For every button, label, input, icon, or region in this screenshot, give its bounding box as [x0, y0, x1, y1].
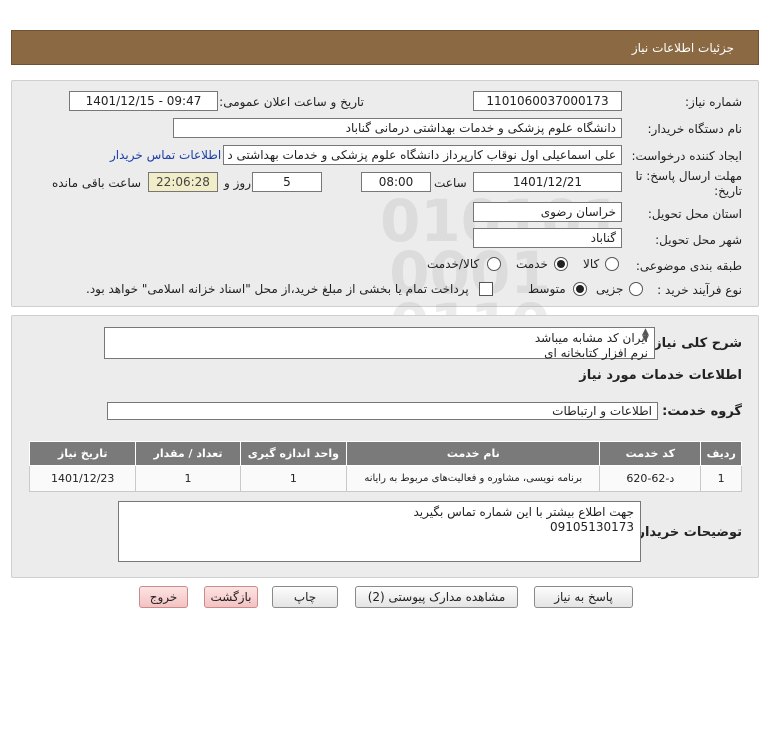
cell-name: برنامه نویسی، مشاوره و فعالیت‌های مربوط … [346, 465, 601, 492]
announce-label: تاریخ و ساعت اعلان عمومی: [219, 95, 364, 109]
buyer-org-label: نام دستگاه خریدار: [647, 122, 743, 136]
summary-label: شرح کلی نیاز: [648, 336, 742, 351]
requester-field: علی اسماعیلی اول نوقاب کارپرداز دانشگاه … [223, 145, 622, 165]
province-label: استان محل تحویل: [647, 207, 742, 221]
cell-unit: 1 [239, 465, 348, 492]
col-code-header: کد خدمت [599, 441, 702, 466]
print-button[interactable]: چاپ [272, 586, 338, 608]
process-radio-medium[interactable] [573, 282, 587, 296]
need-number-field: 1101060037000173 [473, 91, 622, 111]
buyer-contact-link[interactable]: اطلاعات تماس خریدار [110, 148, 221, 162]
category-option-service: خدمت [516, 257, 548, 271]
process-radio-minor[interactable] [629, 282, 643, 296]
category-radio-service[interactable] [554, 257, 568, 271]
announce-field: 1401/12/15 - 09:47 [69, 91, 218, 111]
summary-box: ایران کد مشابه میباشد نرم افزار کتابخانه… [104, 327, 655, 360]
days-field: 5 [252, 172, 322, 192]
process-option-medium: متوسط [528, 282, 566, 296]
category-label: طبقه بندی موضوعی: [635, 259, 742, 273]
cell-row: 1 [700, 465, 742, 492]
col-name-header: نام خدمت [346, 441, 601, 466]
table-row: 1 د-62-620 برنامه نویسی، مشاوره و فعالیت… [28, 465, 742, 492]
cell-qty: 1 [135, 465, 241, 492]
remaining-label: ساعت باقی مانده [52, 176, 142, 190]
services-table: ردیف کد خدمت نام خدمت واحد اندازه گیری ت… [28, 441, 742, 492]
col-row-header: ردیف [700, 441, 742, 466]
service-group-field: اطلاعات و ارتباطات [107, 402, 658, 420]
process-option-minor: جزیی [596, 282, 624, 296]
service-group-label: گروه خدمت: [662, 404, 742, 419]
scroll-arrows-icon[interactable]: ▲ ▼ [642, 328, 649, 344]
cell-date: 1401/12/23 [28, 465, 137, 492]
treasury-payment-note: پرداخت تمام یا بخشی از مبلغ خرید،از محل … [86, 282, 469, 296]
treasury-payment-checkbox[interactable] [479, 282, 493, 296]
summary-line-2: نرم افزار کتابخانه ای [544, 346, 648, 360]
deadline-date-field: 1401/12/21 [473, 172, 622, 192]
deadline-time-field: 08:00 [361, 172, 431, 192]
buyer-notes-box: جهت اطلاع بیشتر با این شماره تماس بگیرید… [118, 501, 641, 562]
process-label: نوع فرآیند خرید : [657, 283, 742, 297]
cell-code: د-62-620 [599, 465, 702, 492]
buyer-notes-line-1: جهت اطلاع بیشتر با این شماره تماس بگیرید [413, 505, 634, 519]
category-option-goods: کالا [583, 257, 600, 271]
city-field: گناباد [473, 228, 622, 248]
category-option-both: کالا/خدمت [427, 257, 480, 271]
col-qty-header: تعداد / مقدار [135, 441, 241, 466]
col-date-header: تاریخ نیاز [28, 441, 137, 466]
back-button[interactable]: بازگشت [204, 586, 258, 608]
category-radio-goods[interactable] [605, 257, 619, 271]
deadline-label: مهلت ارسال پاسخ: تا تاریخ: [635, 169, 742, 198]
category-radio-both[interactable] [487, 257, 501, 271]
summary-line-1: ایران کد مشابه میباشد [534, 331, 648, 345]
days-label: روز و [224, 176, 251, 190]
col-unit-header: واحد اندازه گیری [239, 441, 348, 466]
need-number-label: شماره نیاز: [685, 95, 742, 109]
attachments-button[interactable]: مشاهده مدارک پیوستی (2) [355, 586, 518, 608]
services-table-wrap: ردیف کد خدمت نام خدمت واحد اندازه گیری ت… [28, 441, 742, 492]
page-title: جزئیات اطلاعات نیاز [631, 41, 734, 55]
deadline-time-label: ساعت [434, 176, 467, 190]
respond-button[interactable]: پاسخ به نیاز [534, 586, 633, 608]
buyer-org-field: دانشگاه علوم پزشکی و خدمات بهداشتی درمان… [173, 118, 622, 138]
buyer-notes-label: توضیحات خریدار: [632, 525, 742, 540]
page-header: جزئیات اطلاعات نیاز [11, 30, 759, 65]
services-section-title: اطلاعات خدمات مورد نیاز [579, 368, 742, 383]
province-field: خراسان رضوی [473, 202, 622, 222]
city-label: شهر محل تحویل: [655, 233, 742, 247]
buyer-notes-line-2: 09105130173 [550, 520, 634, 534]
requester-label: ایجاد کننده درخواست: [631, 149, 742, 163]
table-header-row: ردیف کد خدمت نام خدمت واحد اندازه گیری ت… [28, 441, 742, 466]
exit-button[interactable]: خروج [139, 586, 188, 608]
remaining-time-field: 22:06:28 [148, 172, 218, 192]
